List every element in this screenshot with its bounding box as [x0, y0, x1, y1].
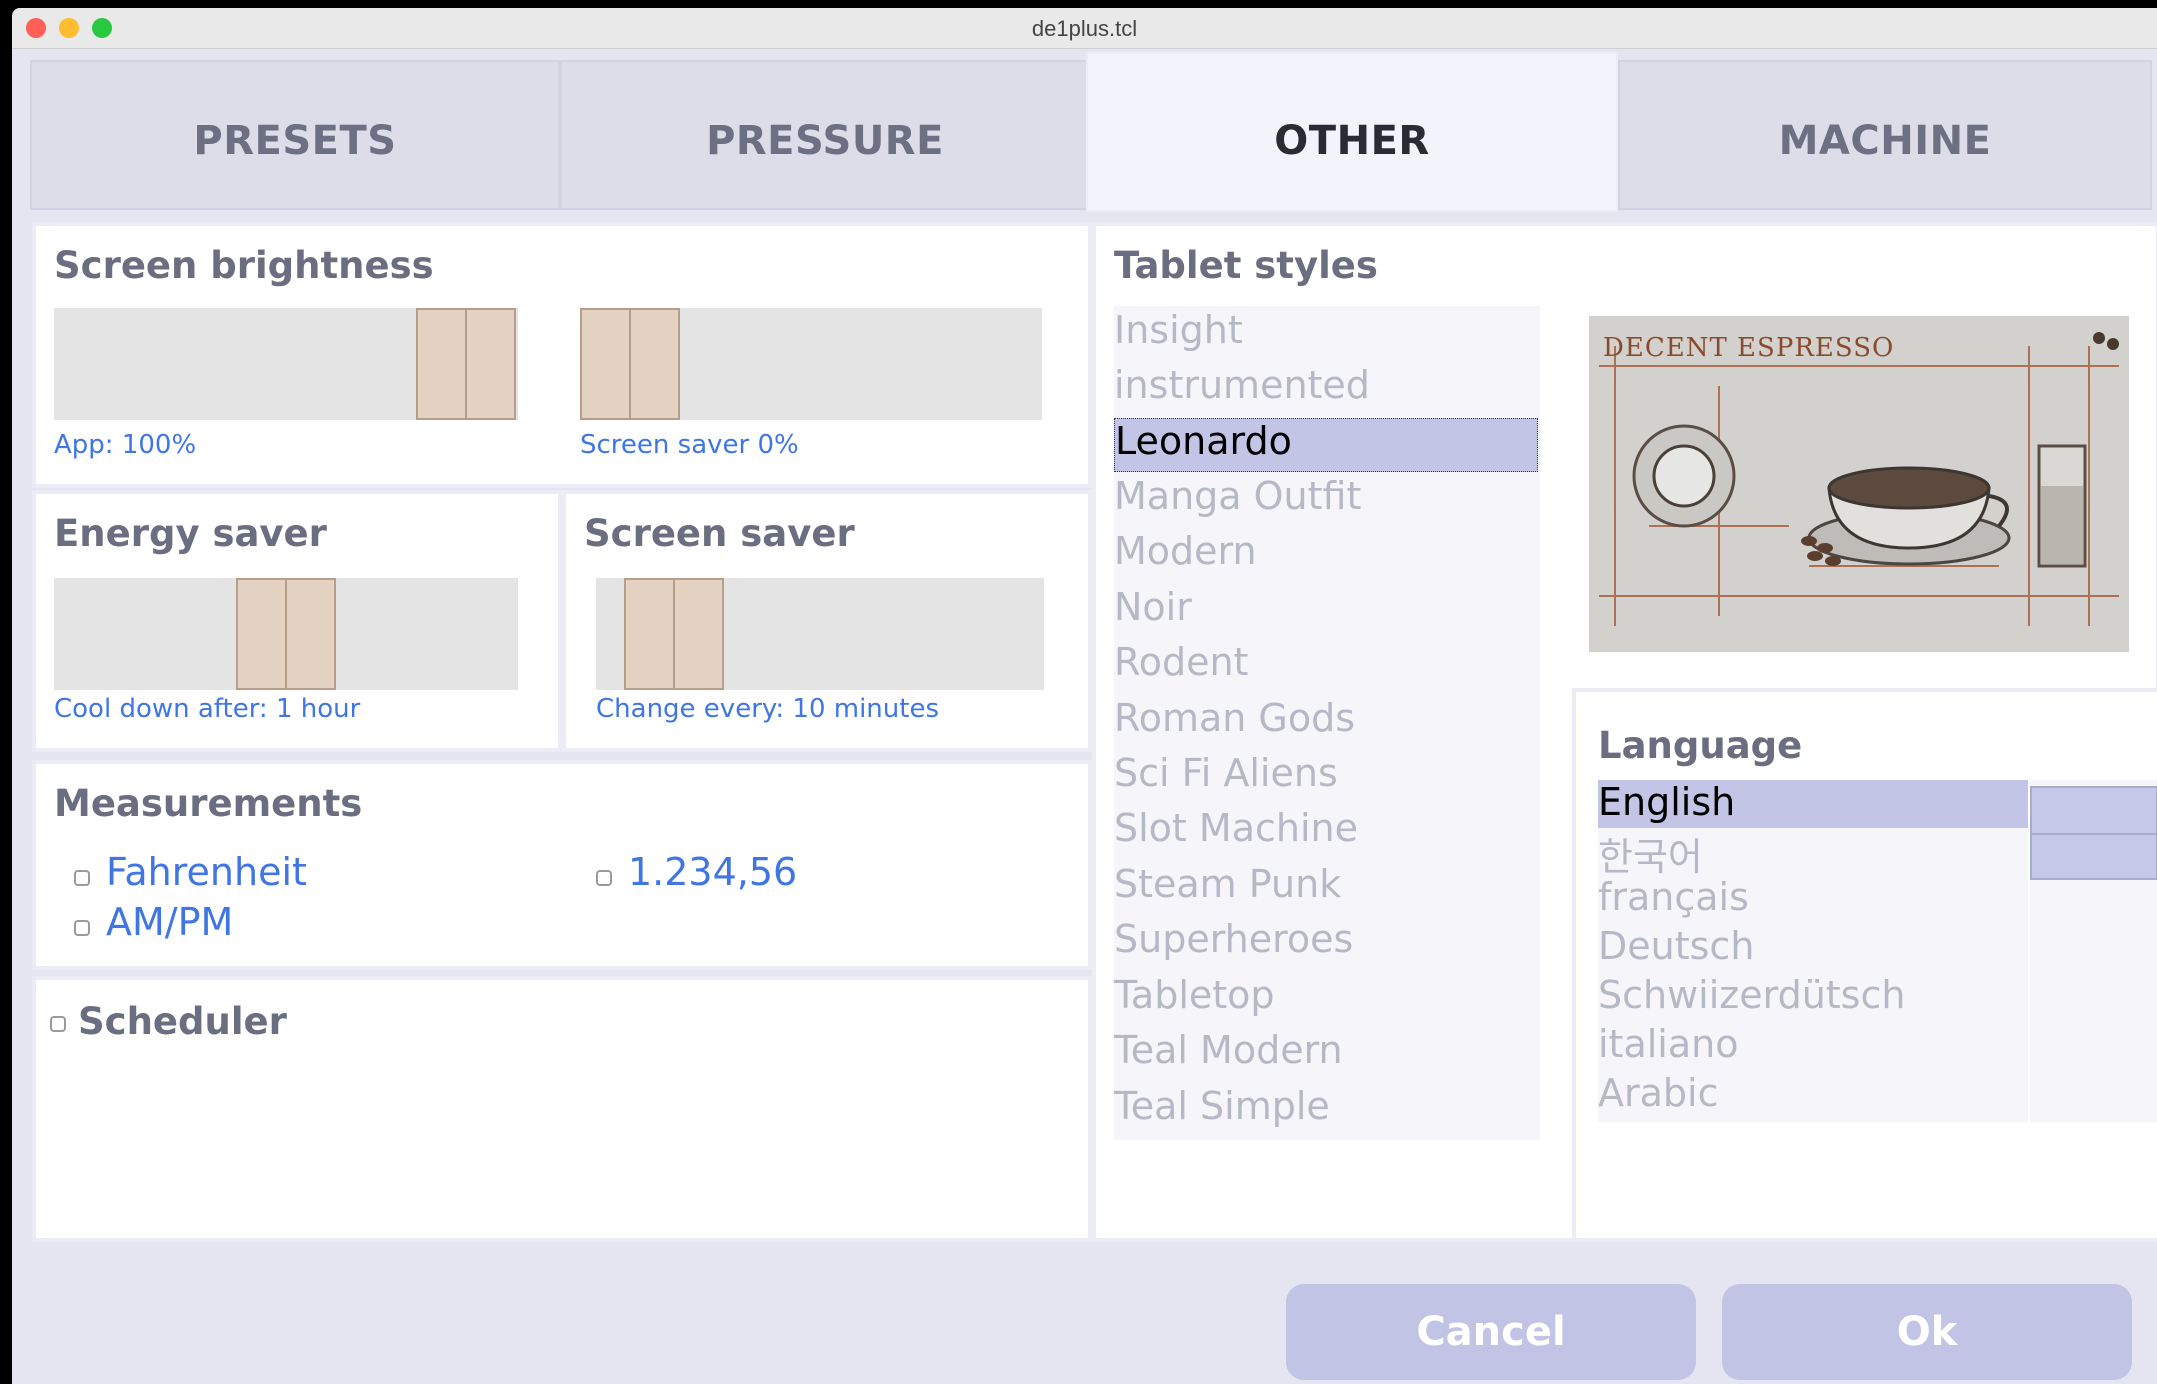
- style-item[interactable]: Slot Machine: [1114, 806, 1358, 850]
- style-item[interactable]: Sci Fi Aliens: [1114, 751, 1338, 795]
- tab-presets[interactable]: PRESETS: [30, 60, 560, 210]
- app-window: de1plus.tcl PRESETS PRESSURE OTHER MACHI…: [12, 8, 2157, 1384]
- language-item[interactable]: 한국어: [1598, 826, 1703, 881]
- screen-saver-brightness-slider-handle[interactable]: [580, 308, 680, 420]
- style-item[interactable]: Rodent: [1114, 640, 1248, 684]
- language-item[interactable]: italiano: [1598, 1022, 1738, 1066]
- screen-brightness-title: Screen brightness: [54, 244, 434, 287]
- energy-saver-panel: Energy saver Cool down after: 1 hour: [32, 490, 562, 752]
- tab-other[interactable]: OTHER: [1086, 52, 1618, 212]
- measurements-panel: Measurements Fahrenheit AM/PM 1.234,56: [32, 760, 1092, 970]
- screen-saver-slider[interactable]: [596, 578, 1044, 690]
- number-format-checkbox[interactable]: [596, 870, 612, 886]
- tab-other-label: OTHER: [1274, 118, 1430, 164]
- language-list[interactable]: English 한국어 français Deutsch Schwiizerdü…: [1598, 780, 2028, 1122]
- ampm-label[interactable]: AM/PM: [106, 900, 233, 944]
- language-item-selected[interactable]: English: [1598, 780, 2028, 828]
- style-item[interactable]: Steam Punk: [1114, 862, 1341, 906]
- screen-saver-panel: Screen saver Change every: 10 minutes: [562, 490, 1092, 752]
- style-item[interactable]: Noir: [1114, 585, 1192, 629]
- tab-pressure-label: PRESSURE: [706, 118, 944, 164]
- energy-saver-slider[interactable]: [54, 578, 518, 690]
- scheduler-checkbox[interactable]: [50, 1016, 66, 1032]
- screen-saver-brightness-label: Screen saver 0%: [580, 430, 799, 460]
- language-scrollbar-thumb[interactable]: [2030, 786, 2157, 880]
- ok-button[interactable]: Ok: [1722, 1284, 2132, 1380]
- tablet-styles-list[interactable]: Insight instrumented Leonardo Manga Outf…: [1114, 306, 1540, 1140]
- number-format-label[interactable]: 1.234,56: [628, 850, 797, 894]
- tablet-styles-title: Tablet styles: [1114, 244, 1378, 287]
- ampm-checkbox[interactable]: [74, 920, 90, 936]
- energy-saver-slider-handle[interactable]: [236, 578, 336, 690]
- energy-saver-title: Energy saver: [54, 512, 327, 555]
- language-item[interactable]: Schwiizerdütsch: [1598, 973, 1905, 1017]
- language-item[interactable]: Deutsch: [1598, 924, 1754, 968]
- window-title: de1plus.tcl: [1031, 16, 1138, 41]
- app-brightness-slider-handle[interactable]: [416, 308, 516, 420]
- leonardo-sketch-illustration: DECENT ESPRESSO: [1589, 316, 2129, 652]
- language-item[interactable]: français: [1598, 875, 1749, 919]
- style-preview-image: DECENT ESPRESSO: [1589, 316, 2129, 652]
- app-brightness-slider[interactable]: [54, 308, 518, 420]
- energy-saver-label: Cool down after: 1 hour: [54, 694, 361, 724]
- style-item[interactable]: Teal Modern: [1114, 1028, 1343, 1072]
- tab-machine-label: MACHINE: [1778, 118, 1992, 164]
- screen-saver-slider-handle[interactable]: [624, 578, 724, 690]
- screen-saver-interval-label: Change every: 10 minutes: [596, 694, 939, 724]
- tab-presets-label: PRESETS: [193, 118, 397, 164]
- style-item[interactable]: instrumented: [1114, 363, 1370, 407]
- language-panel: Language English 한국어 français Deutsch Sc…: [1572, 688, 2157, 1242]
- preview-caption: DECENT ESPRESSO: [1603, 333, 1894, 363]
- title-bar: de1plus.tcl: [12, 8, 2157, 49]
- screen-saver-brightness-slider[interactable]: [580, 308, 1042, 420]
- style-item[interactable]: Tabletop: [1114, 973, 1275, 1017]
- scheduler-title[interactable]: Scheduler: [78, 1000, 287, 1043]
- cancel-button[interactable]: Cancel: [1286, 1284, 1696, 1380]
- tab-machine[interactable]: MACHINE: [1618, 60, 2152, 210]
- scheduler-panel: Scheduler: [32, 976, 1092, 1242]
- language-title: Language: [1598, 724, 1803, 767]
- screen-brightness-panel: Screen brightness App: 100% Screen saver…: [32, 222, 1092, 488]
- measurements-title: Measurements: [54, 782, 363, 825]
- app-brightness-label: App: 100%: [54, 430, 197, 460]
- style-item[interactable]: Superheroes: [1114, 917, 1353, 961]
- style-item[interactable]: Teal Simple: [1114, 1084, 1330, 1128]
- style-item[interactable]: Insight: [1114, 308, 1243, 352]
- fahrenheit-checkbox[interactable]: [74, 870, 90, 886]
- fahrenheit-label[interactable]: Fahrenheit: [106, 850, 307, 894]
- style-item[interactable]: Manga Outfit: [1114, 474, 1361, 518]
- language-scrollbar[interactable]: [2030, 780, 2157, 1122]
- tab-pressure[interactable]: PRESSURE: [560, 60, 1090, 210]
- screen-saver-title: Screen saver: [584, 512, 855, 555]
- style-item-selected[interactable]: Leonardo: [1114, 418, 1538, 472]
- language-item[interactable]: Arabic: [1598, 1071, 1718, 1115]
- style-item[interactable]: Roman Gods: [1114, 696, 1355, 740]
- style-item[interactable]: Modern: [1114, 529, 1257, 573]
